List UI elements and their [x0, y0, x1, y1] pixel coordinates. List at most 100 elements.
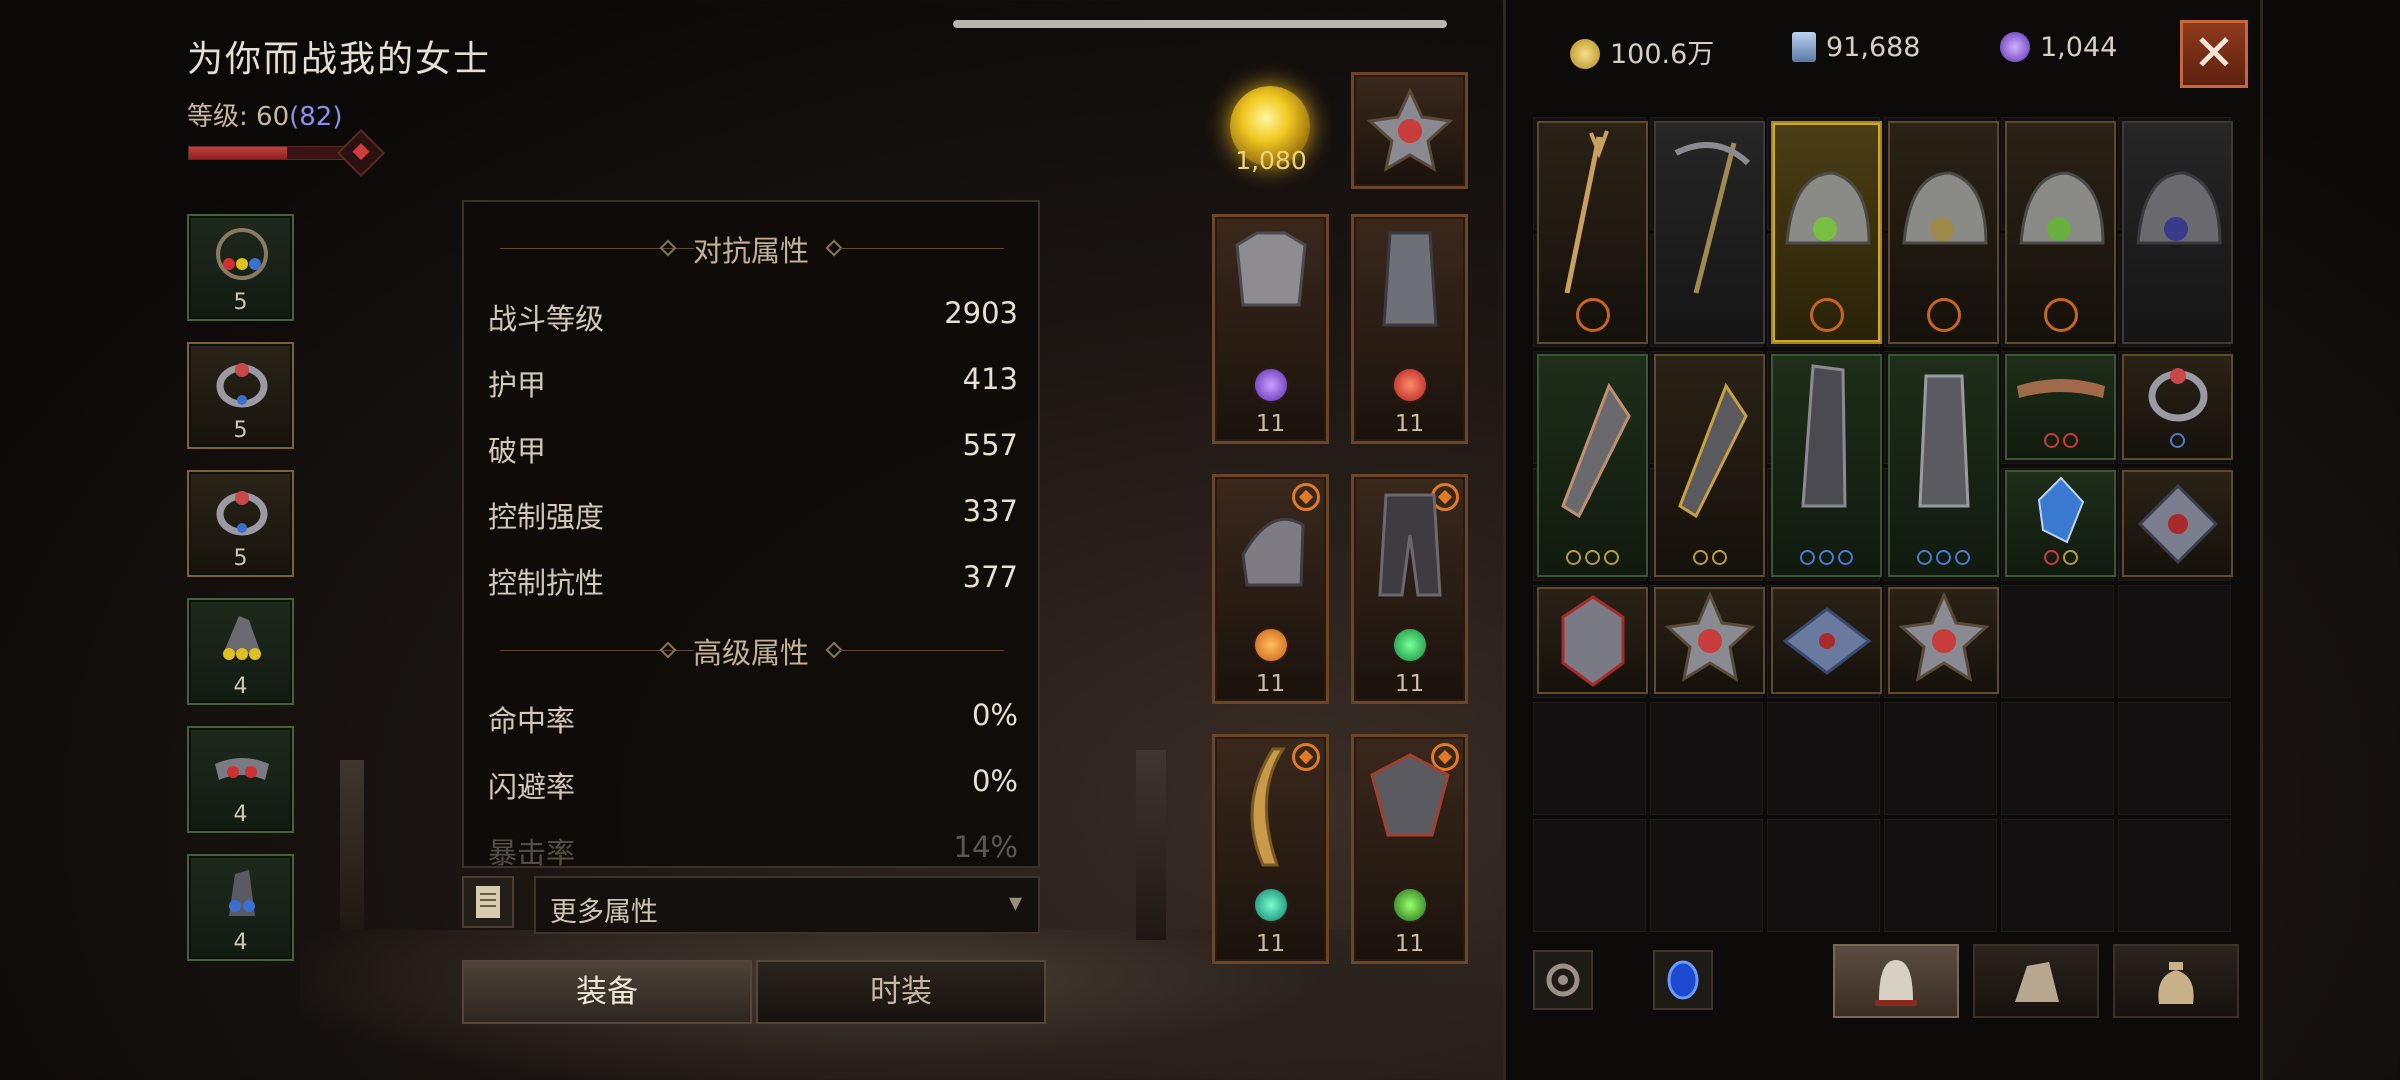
section-title-advanced: 高级属性: [692, 636, 809, 670]
inventory-item-boots[interactable]: [1888, 354, 1999, 577]
legendary-gem-slot[interactable]: 5: [187, 342, 294, 449]
stat-value: 337: [962, 494, 1018, 528]
inventory-item-helm[interactable]: [1888, 121, 1999, 344]
inventory-item-helm-selected[interactable]: [1771, 121, 1882, 344]
legendary-ring-icon: [1575, 298, 1610, 332]
stats-panel[interactable]: 对抗属性 战斗等级 2903 护甲 413 破甲 557 控制强度 337 控制抗性 37…: [462, 200, 1040, 868]
inventory-item-gloves[interactable]: [1537, 354, 1648, 577]
stat-value: 0%: [971, 698, 1018, 732]
equip-slot-legs[interactable]: 11: [1351, 214, 1468, 444]
gem-icon: [1253, 367, 1289, 403]
equip-slot-legendary-gem[interactable]: [1351, 72, 1468, 189]
inventory-cell[interactable]: [2118, 702, 2231, 815]
gem-sigil-icon: [1366, 87, 1454, 173]
orb-amount: 1,044: [2040, 32, 2118, 63]
ring-icon: [2148, 368, 2208, 422]
helm-icon: [2136, 171, 2222, 245]
boots-icon: [1801, 364, 1847, 508]
belt-icon: [215, 758, 269, 780]
skull-offhand-icon: [1370, 753, 1450, 837]
trident-icon: [1564, 130, 1609, 294]
xp-arrow-icon: [336, 128, 386, 178]
sockets: [2124, 433, 2231, 452]
inventory-item-legendary-gem[interactable]: [1654, 587, 1765, 694]
equip-slot-chest[interactable]: 11: [1212, 214, 1329, 444]
sockets: [1656, 550, 1763, 569]
inventory-cell[interactable]: [1767, 702, 1880, 815]
equip-slot-shoulder[interactable]: 11: [1212, 474, 1329, 704]
gear-icon: [1546, 963, 1580, 997]
inventory-item-gem-charm[interactable]: [2122, 470, 2233, 577]
inventory-cell[interactable]: [2001, 585, 2114, 698]
inventory-item-gem-charm[interactable]: [1537, 587, 1648, 694]
helm-icon: [1785, 171, 1871, 245]
inventory-item-gem-charm[interactable]: [1771, 587, 1882, 694]
home-indicator[interactable]: [953, 20, 1447, 28]
gem-sigil-icon: [1898, 591, 1990, 683]
stat-row-combat-level: 战斗等级 2903: [488, 296, 1018, 336]
inventory-cell[interactable]: [2118, 585, 2231, 698]
inventory-cell[interactable]: [2001, 702, 2114, 815]
inventory-cell[interactable]: [1884, 702, 1997, 815]
inventory-cell[interactable]: [1767, 819, 1880, 932]
shoulder-armor-icon: [1241, 517, 1305, 587]
close-button[interactable]: ✕: [2180, 20, 2248, 88]
legendary-gem-slot[interactable]: 4: [187, 726, 294, 833]
inventory-item-helm[interactable]: [2122, 121, 2233, 344]
gauntlet-icon: [1678, 382, 1748, 519]
inventory-item-trident[interactable]: [1537, 121, 1648, 344]
stat-value: 413: [962, 362, 1018, 396]
hide-material-icon: [2015, 962, 2059, 1002]
tab-bag[interactable]: [2113, 944, 2239, 1018]
inventory-cell[interactable]: [1533, 702, 1646, 815]
character-level: 等级: 60(82): [187, 96, 343, 133]
level-value: 60: [256, 102, 290, 132]
legendary-ring-icon: [2043, 298, 2078, 332]
legendary-gem-slot[interactable]: 4: [187, 854, 294, 961]
scroll-icon[interactable]: [462, 876, 514, 928]
inventory-item-belt[interactable]: [2005, 354, 2116, 460]
inventory-item-boots[interactable]: [1771, 354, 1882, 577]
gem-icon: [1253, 627, 1289, 663]
gem-filter-button[interactable]: [1653, 950, 1713, 1010]
settings-gear-button[interactable]: [1533, 950, 1593, 1010]
gem-sigil-icon: [1664, 591, 1756, 683]
ring-icon: [216, 491, 268, 536]
inventory-item-amulet[interactable]: [2005, 470, 2116, 577]
inventory-item-ring[interactable]: [2122, 354, 2233, 460]
more-attributes-dropdown[interactable]: 更多属性 ▾: [534, 876, 1040, 934]
tab-fashion[interactable]: 时装: [756, 960, 1046, 1024]
inventory-cell[interactable]: [1650, 819, 1763, 932]
sockets: [2007, 550, 2114, 569]
inventory-cell[interactable]: [1650, 702, 1763, 815]
inventory-item-legendary-gem[interactable]: [1888, 587, 1999, 694]
equip-slot-pants[interactable]: 11: [1351, 474, 1468, 704]
legendary-gem-slot[interactable]: 4: [187, 598, 294, 705]
inventory-item-gloves[interactable]: [1654, 354, 1765, 577]
inventory-item-helm[interactable]: [2005, 121, 2116, 344]
stat-label: 控制强度: [488, 500, 605, 534]
legendary-gem-slot[interactable]: 5: [187, 470, 294, 577]
inventory-item-scythe[interactable]: [1654, 121, 1765, 344]
legendary-gem-slot[interactable]: 5: [187, 214, 294, 321]
horn-weapon-icon: [1250, 747, 1286, 867]
tab-materials[interactable]: [1973, 944, 2099, 1018]
gem-icon: [1392, 627, 1428, 663]
legendary-ring-icon: [1809, 298, 1844, 332]
tab-armor[interactable]: [1833, 944, 1959, 1018]
chevron-down-icon: ▾: [1008, 888, 1022, 918]
inventory-cell[interactable]: [2118, 819, 2231, 932]
stat-row-armor: 护甲 413: [488, 362, 1018, 402]
inventory-cell[interactable]: [2001, 819, 2114, 932]
slot-count: 5: [233, 418, 248, 443]
scythe-icon: [1674, 142, 1751, 294]
item-level: 11: [1394, 671, 1425, 697]
sockets: [1890, 550, 1997, 569]
equip-slot-off-hand[interactable]: 11: [1351, 734, 1468, 964]
inventory-cell[interactable]: [1533, 819, 1646, 932]
stat-label: 控制抗性: [488, 566, 605, 600]
tab-equipment[interactable]: 装备: [462, 960, 752, 1024]
inventory-cell[interactable]: [1884, 819, 1997, 932]
equip-slot-main-hand[interactable]: 11: [1212, 734, 1329, 964]
sapphire-icon: [1667, 960, 1699, 1000]
